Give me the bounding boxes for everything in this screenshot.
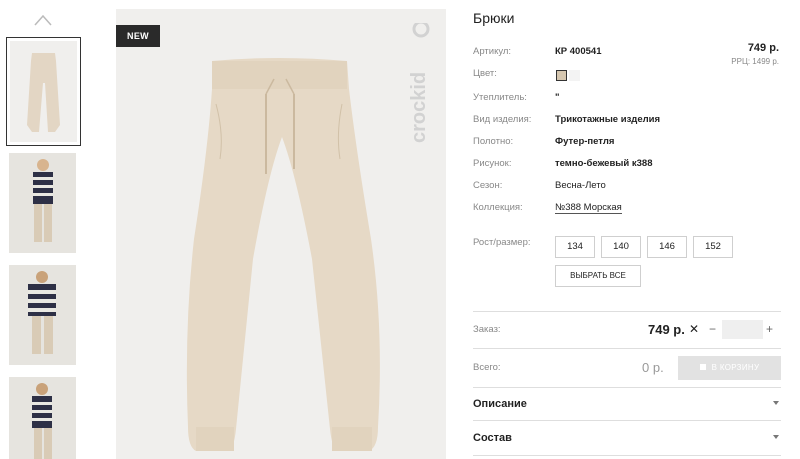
- thumbnail-strip: [0, 0, 90, 459]
- product-title: Брюки: [473, 10, 515, 26]
- quantity-input[interactable]: [722, 320, 763, 339]
- product-price: 749 р.: [747, 42, 779, 54]
- divider: [473, 311, 781, 312]
- order-price: 749 р.: [648, 322, 685, 337]
- remove-icon[interactable]: ✕: [689, 322, 699, 336]
- thumbnail-boy-front[interactable]: [9, 153, 76, 253]
- accordion-composition[interactable]: Состав: [473, 432, 512, 444]
- chevron-down-icon[interactable]: [773, 401, 779, 405]
- color-swatch-light[interactable]: [569, 70, 580, 81]
- main-product-image[interactable]: NEW crockid: [116, 9, 446, 459]
- divider: [473, 420, 781, 421]
- accordion-description[interactable]: Описание: [473, 398, 527, 410]
- recommended-price: РРЦ: 1499 р.: [731, 57, 779, 66]
- new-badge: NEW: [116, 25, 160, 47]
- cart-icon: [699, 364, 706, 370]
- thumbnail-pants[interactable]: [6, 37, 81, 146]
- size-140-button[interactable]: 140: [601, 236, 641, 258]
- divider: [473, 387, 781, 388]
- total-value: 0 р.: [642, 360, 664, 375]
- svg-text:crockid: crockid: [410, 72, 430, 143]
- size-146-button[interactable]: 146: [647, 236, 687, 258]
- size-134-button[interactable]: 134: [555, 236, 595, 258]
- chevron-up-icon[interactable]: [34, 14, 52, 26]
- select-all-sizes-button[interactable]: ВЫБРАТЬ ВСЕ: [555, 265, 641, 287]
- chevron-down-icon[interactable]: [773, 435, 779, 439]
- thumbnail-boy-back[interactable]: [9, 377, 76, 459]
- add-to-cart-button[interactable]: В КОРЗИНУ: [678, 356, 781, 380]
- divider: [473, 348, 781, 349]
- increase-quantity-button[interactable]: +: [766, 322, 773, 336]
- thumbnail-boy-side[interactable]: [9, 265, 76, 365]
- pants-illustration: [186, 58, 380, 451]
- decrease-quantity-button[interactable]: −: [709, 322, 716, 336]
- total-label: Всего:: [473, 362, 501, 373]
- product-info: Брюки 749 р. РРЦ: 1499 р. Артикул: КР 40…: [473, 0, 783, 459]
- size-152-button[interactable]: 152: [693, 236, 733, 258]
- order-label: Заказ:: [473, 324, 501, 335]
- brand-logo: crockid: [410, 23, 430, 143]
- collection-link[interactable]: №388 Морская: [555, 202, 622, 214]
- divider: [473, 455, 781, 456]
- color-swatch-beige[interactable]: [556, 70, 567, 81]
